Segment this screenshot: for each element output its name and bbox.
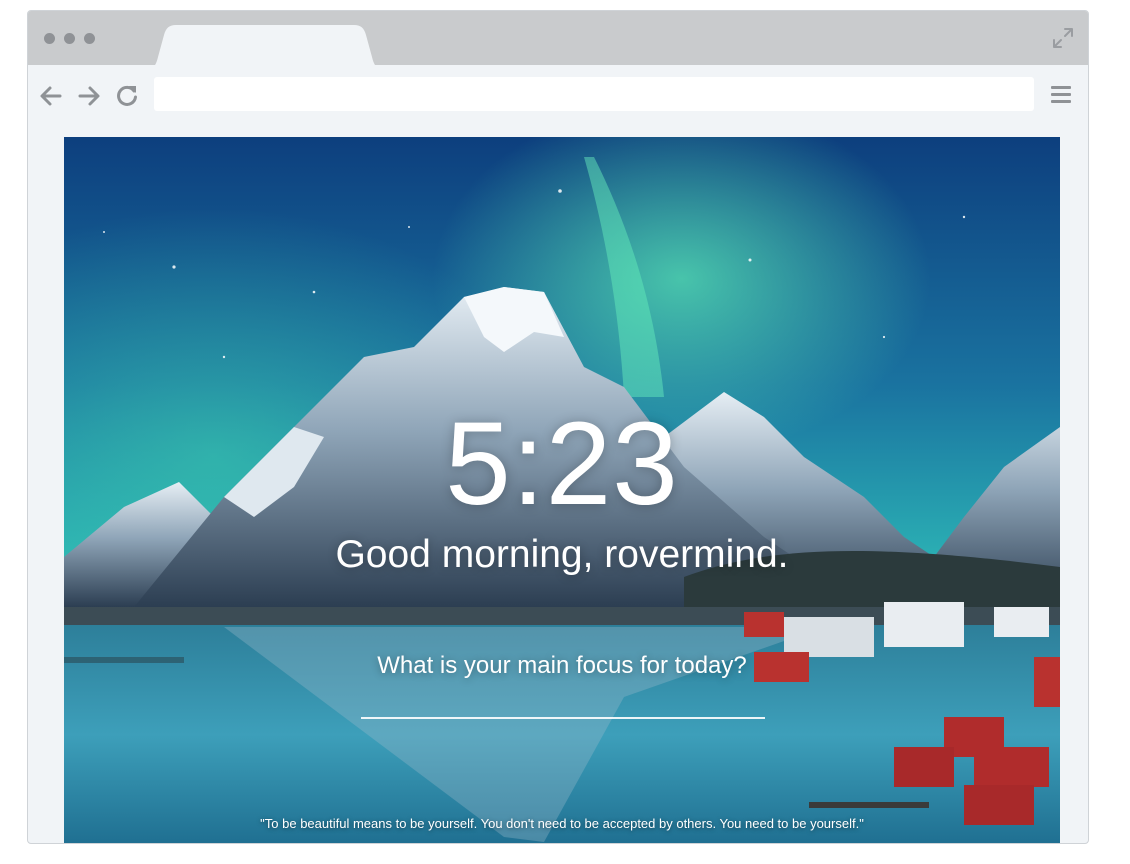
focus-prompt: What is your main focus for today? xyxy=(377,652,747,679)
dashboard-page: 5:23 Good morning, rovermind. What is yo… xyxy=(64,137,1060,843)
window-control-dot[interactable] xyxy=(84,33,95,44)
arrow-left-icon[interactable] xyxy=(38,83,64,109)
expand-icon[interactable] xyxy=(1052,27,1074,49)
quote-text: "To be beautiful means to be yourself. Y… xyxy=(260,816,864,831)
browser-window: 5:23 Good morning, rovermind. What is yo… xyxy=(27,10,1089,844)
window-controls xyxy=(44,33,95,44)
arrow-right-icon[interactable] xyxy=(76,83,102,109)
reload-icon[interactable] xyxy=(114,83,140,109)
title-bar xyxy=(28,11,1088,69)
browser-toolbar xyxy=(28,65,1088,127)
browser-tab[interactable] xyxy=(146,25,384,69)
window-control-dot[interactable] xyxy=(44,33,55,44)
window-control-dot[interactable] xyxy=(64,33,75,44)
greeting-text: Good morning, rovermind. xyxy=(335,533,789,576)
hamburger-menu-icon[interactable] xyxy=(1050,83,1072,105)
clock-time: 5:23 xyxy=(445,398,679,530)
focus-input[interactable] xyxy=(361,689,765,719)
address-bar[interactable] xyxy=(154,77,1034,111)
